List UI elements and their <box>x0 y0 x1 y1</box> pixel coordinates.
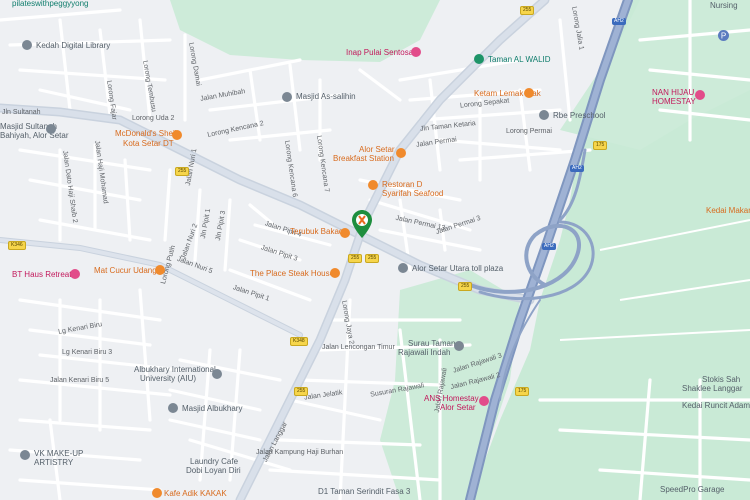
restaurant-icon <box>330 268 340 278</box>
poi-speedpro-garage[interactable]: SpeedPro Garage <box>660 486 725 494</box>
mosque-icon <box>46 124 56 134</box>
restaurant-icon <box>155 265 165 275</box>
street-label-lg-kenari-biru-3: Lg Kenari Biru 3 <box>62 349 113 356</box>
restaurant-icon <box>152 488 162 498</box>
poi-alor-setar-breakfast-2[interactable]: Breakfast Station <box>333 155 394 163</box>
poi-kedai-runcit-adam[interactable]: Kedai Runcit Adam <box>682 402 750 410</box>
hotel-icon <box>695 90 705 100</box>
parking-icon[interactable]: P <box>718 30 729 41</box>
road-shield-ah2-mid: AH2 <box>570 165 584 172</box>
street-label-jalan-kampung-haji-burhan: Jalan Kampung Haji Burhan <box>256 449 344 456</box>
road-shield-k348: K348 <box>290 337 308 346</box>
poi-stokis-2[interactable]: Shaklee Langgar <box>682 385 743 393</box>
poi-pilates[interactable]: pilateswithpeggyyong <box>12 0 89 8</box>
mosque-icon <box>168 403 178 413</box>
poi-surau-taman-2[interactable]: Rajawali Indah <box>398 349 450 357</box>
road-shield-255-toll: 255 <box>458 282 473 291</box>
restaurant-icon <box>340 228 350 238</box>
road-shield-175-1: 175 <box>593 141 608 150</box>
poi-albukhary-university-1[interactable]: Albukhary International <box>134 366 216 374</box>
poi-ans-homestay-1[interactable]: ANS Homestay <box>424 395 479 403</box>
shop-icon <box>20 450 30 460</box>
poi-albukhary-university-2[interactable]: University (AIU) <box>140 375 196 383</box>
poi-pilates-label: pilateswithpeggyyong <box>12 0 89 8</box>
hotel-icon <box>70 269 80 279</box>
street-label-jalan-kenari-biru-5: Jalan Kenari Biru 5 <box>50 377 110 384</box>
hotel-icon <box>411 47 421 57</box>
poi-kedah-digital-library[interactable]: Kedah Digital Library <box>36 42 110 50</box>
restaurant-icon <box>368 180 378 190</box>
poi-alor-setar-toll-plaza[interactable]: Alor Setar Utara toll plaza <box>412 265 503 273</box>
selected-location-pin-icon[interactable] <box>352 210 372 238</box>
restaurant-icon <box>396 148 406 158</box>
poi-restoran-d-1[interactable]: Restoran D <box>382 181 422 189</box>
poi-kafe-adik-kakak[interactable]: Kafe Adik KAKAK <box>164 490 227 498</box>
poi-stokis-1[interactable]: Stokis Sah <box>702 376 740 384</box>
poi-nan-hijau-1[interactable]: NAN HIJAU <box>652 89 694 97</box>
road-shield-k346: K346 <box>8 241 26 250</box>
restaurant-icon <box>172 130 182 140</box>
poi-vk-makeup-2[interactable]: ARTISTRY <box>34 459 73 467</box>
mosque-icon <box>282 92 292 102</box>
road-shield-ah2-top: AH2 <box>612 18 626 25</box>
toll-icon <box>398 263 408 273</box>
poi-nan-hijau-2[interactable]: HOMESTAY <box>652 98 696 106</box>
road-shield-175-2: 175 <box>515 387 530 396</box>
school-icon <box>539 110 549 120</box>
parking-icon-label: P <box>721 32 726 41</box>
poi-ans-homestay-2[interactable]: Alor Setar <box>440 404 476 412</box>
road-shield-255-mid: 255 <box>175 167 190 176</box>
poi-vk-makeup-1[interactable]: VK MAKE-UP <box>34 450 83 458</box>
street-label-jalan-sultanah: Jln Sultanah <box>2 109 41 116</box>
hotel-icon <box>479 396 489 406</box>
road-shield-255-a: 255 <box>348 254 363 263</box>
poi-masjid-as-salihin[interactable]: Masjid As-salihin <box>296 93 356 101</box>
map-base-layer <box>0 0 750 500</box>
poi-kedai-makan[interactable]: Kedai Makan <box>706 207 750 215</box>
poi-restoran-d-2[interactable]: Syarifah Seafood <box>382 190 443 198</box>
road-shield-255-b: 255 <box>365 254 380 263</box>
poi-taman-al-walid[interactable]: Taman AL WALID <box>488 56 551 64</box>
poi-taman-serindit[interactable]: D1 Taman Serindit Fasa 3 <box>318 488 410 496</box>
poi-terubuk-bakaq[interactable]: Terubuk Bakaq <box>290 228 343 236</box>
poi-nursing[interactable]: Nursing <box>710 2 738 10</box>
poi-inap-pulai-sentosa[interactable]: Inap Pulai Sentosa <box>346 49 413 57</box>
poi-bt-haus-retreat[interactable]: BT Haus Retreat <box>12 271 71 279</box>
poi-surau-taman-1[interactable]: Surau Taman <box>408 340 455 348</box>
poi-laundry-2[interactable]: Dobi Loyan Diri <box>186 467 241 475</box>
map-canvas[interactable]: Jln Sultanah Lorong Uda 2 Lorong Kencana… <box>0 0 750 500</box>
poi-laundry-1[interactable]: Laundry Cafe <box>190 458 238 466</box>
poi-mcdonalds-2[interactable]: Kota Setar DT <box>123 140 174 148</box>
street-label-jalan-lencongan-timur: Jalan Lencongan Timur <box>322 344 395 351</box>
poi-masjid-sultanah-2[interactable]: Bahiyah, Alor Setar <box>0 132 68 140</box>
mosque-icon <box>454 341 464 351</box>
street-label-lorong-uda-2: Lorong Uda 2 <box>132 115 175 122</box>
poi-masjid-albukhary[interactable]: Masjid Albukhary <box>182 405 242 413</box>
restaurant-icon <box>524 88 534 98</box>
street-label-lorong-permai: Lorong Permai <box>506 128 552 135</box>
poi-the-place-steak-house[interactable]: The Place Steak House <box>250 270 334 278</box>
school-icon <box>22 40 32 50</box>
poi-mat-cucur-udang[interactable]: Mat Cucur Udang <box>94 267 157 275</box>
road-shield-255-top: 255 <box>520 6 535 15</box>
road-shield-ah2-low: AH2 <box>542 243 556 250</box>
poi-rbe-preschool[interactable]: Rbe Preschool <box>553 112 605 120</box>
poi-mcdonalds-1[interactable]: McDonald's Shell <box>115 130 177 138</box>
poi-alor-setar-breakfast-1[interactable]: Alor Setar <box>359 146 395 154</box>
school-icon <box>212 369 222 379</box>
road-shield-255-low: 255 <box>294 387 309 396</box>
park-icon <box>474 54 484 64</box>
